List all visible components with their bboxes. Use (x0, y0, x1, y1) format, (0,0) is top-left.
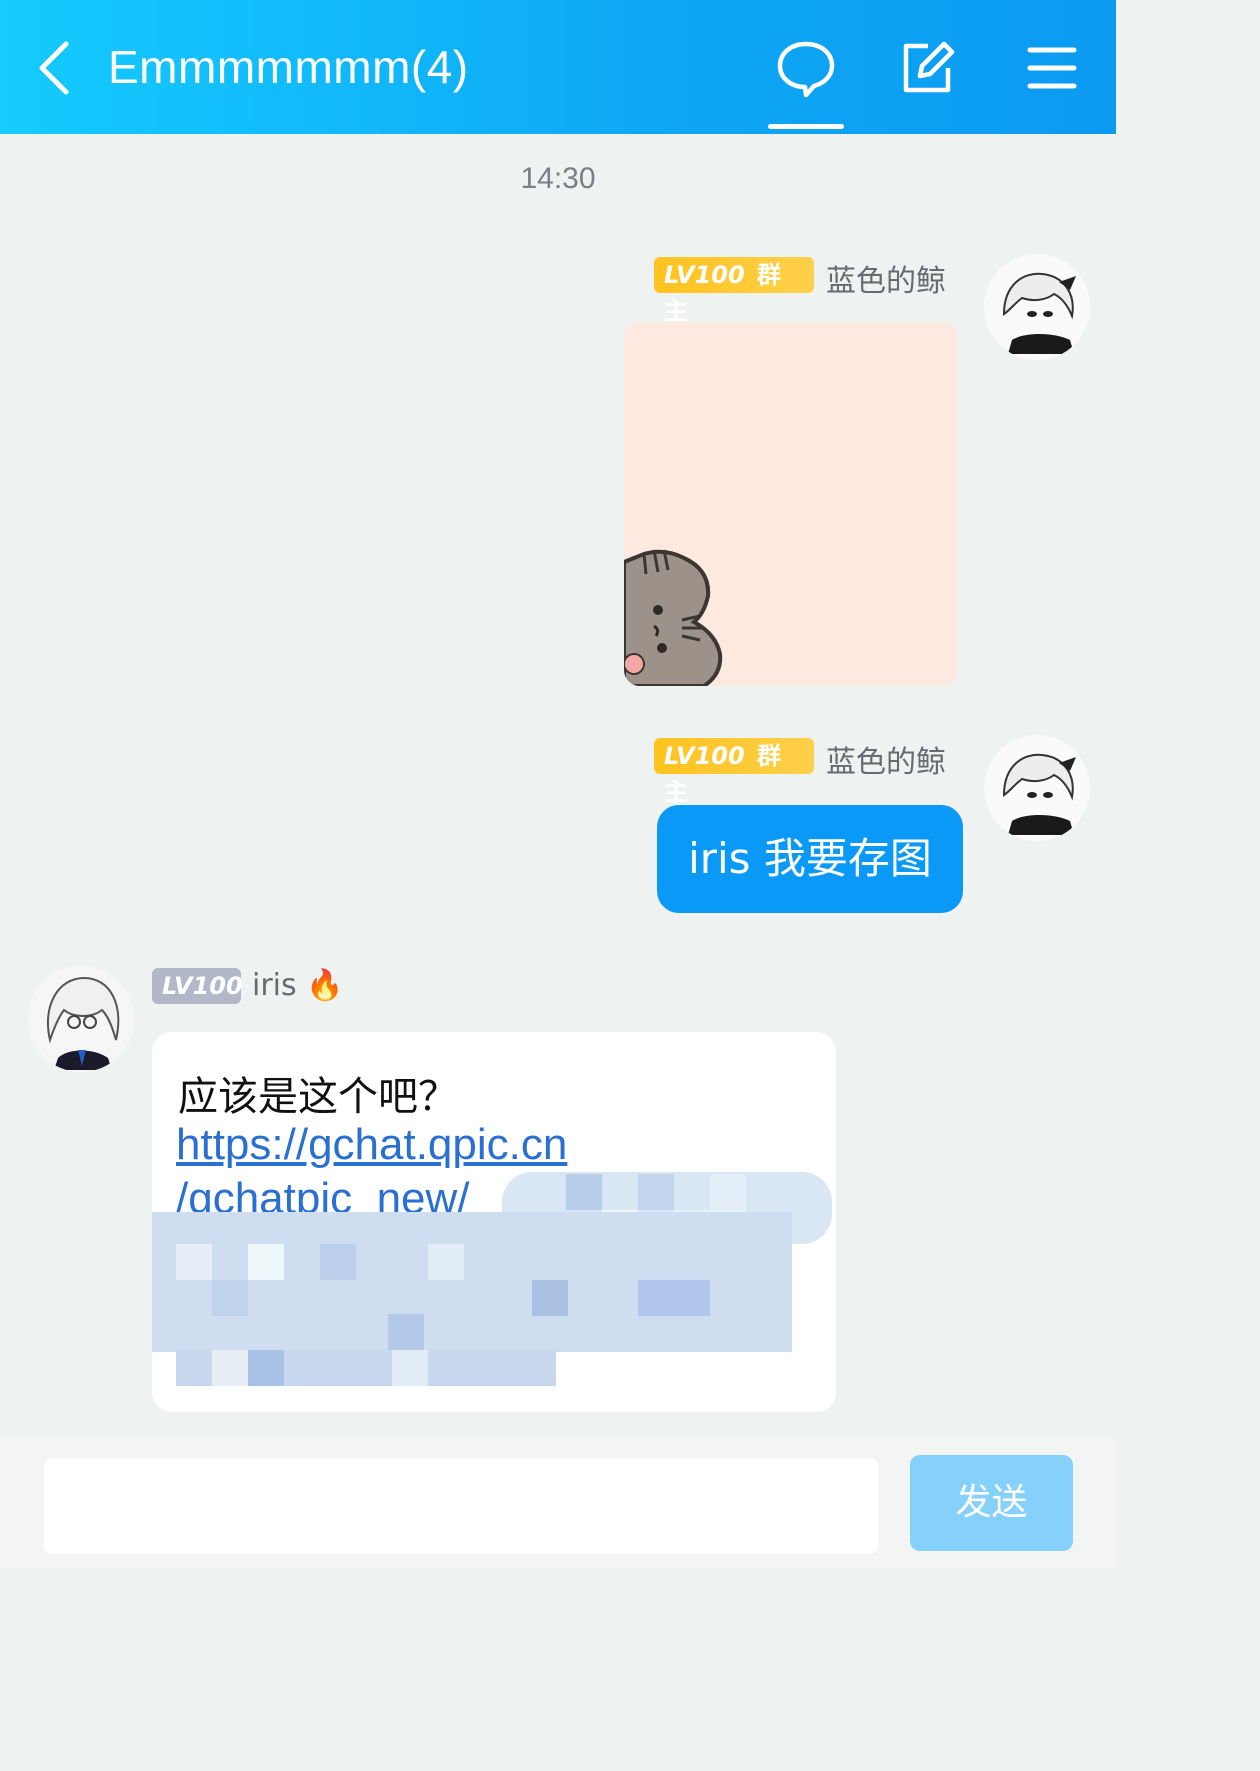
fire-emoji-icon: 🔥 (306, 968, 344, 1003)
level-badge: LV100 (152, 968, 243, 1004)
edit-icon[interactable] (898, 38, 958, 98)
avatar[interactable] (984, 735, 1090, 841)
level-label: LV100 (664, 742, 745, 770)
back-chevron-icon[interactable] (30, 38, 80, 98)
send-button[interactable]: 发送 (910, 1455, 1073, 1551)
level-label: LV100 (664, 261, 745, 289)
composer-bar: 发送 (0, 1438, 1116, 1568)
sender-name: 蓝色的鲸 (826, 264, 946, 299)
message-timestamp: 14:30 (520, 162, 596, 195)
chat-title[interactable]: Emmmmmmm(4) (108, 40, 469, 94)
message-bubble-self[interactable]: iris 我要存图 (657, 805, 963, 913)
avatar[interactable] (984, 254, 1090, 360)
sender-name: 蓝色的鲸 (826, 745, 946, 780)
anime-avatar-icon (984, 254, 1090, 360)
anime-avatar-icon (984, 735, 1090, 841)
chat-bubble-icon[interactable] (776, 38, 836, 98)
level-role-badge: LV100 群主 (654, 257, 814, 325)
message-input[interactable] (44, 1458, 878, 1554)
avatar[interactable] (28, 966, 134, 1072)
pusheen-cat-image (624, 322, 958, 686)
anime-avatar-icon (28, 966, 134, 1072)
menu-icon[interactable] (1022, 38, 1082, 98)
message-bubble-other[interactable]: 应该是这个吧？ https://gchat.qpic.cn /gchatpic_… (152, 1032, 836, 1412)
message-text: 应该是这个吧？ (178, 1074, 458, 1120)
active-tab-indicator (768, 124, 844, 129)
level-role-badge: LV100 群主 (654, 738, 814, 806)
sender-name: iris 🔥 (252, 968, 344, 1003)
chat-header: Emmmmmmm(4) (0, 0, 1116, 134)
sender-name-text: iris (252, 968, 297, 1003)
image-message[interactable] (624, 322, 958, 686)
message-link[interactable]: https://gchat.qpic.cn (176, 1120, 567, 1170)
